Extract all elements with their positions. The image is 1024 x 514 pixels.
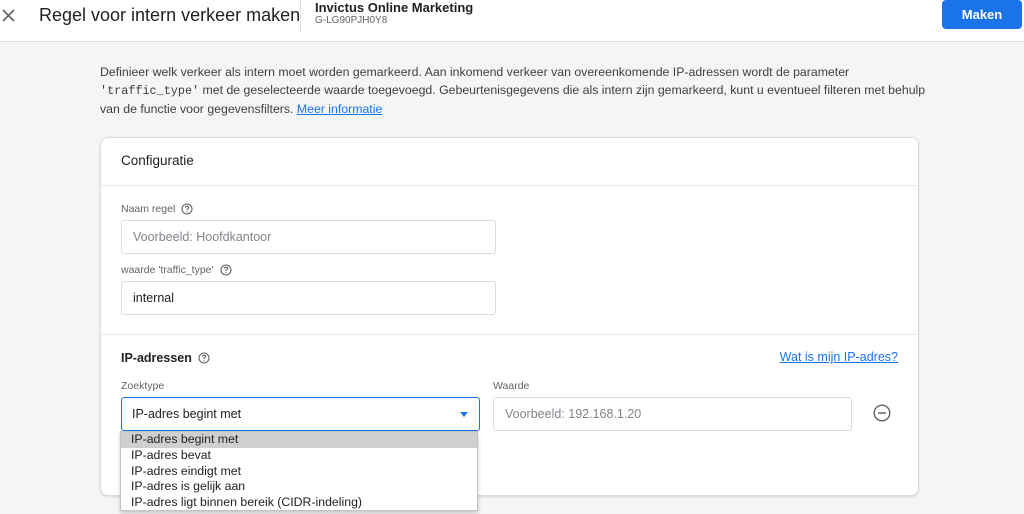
page-title: Regel voor intern verkeer maken (39, 5, 301, 25)
account-name: Invictus Online Marketing (315, 0, 474, 15)
dropdown-option[interactable]: IP-adres eindigt met (121, 464, 477, 480)
match-type-selected-value: IP-adres begint met (132, 407, 242, 421)
dropdown-caret-icon (460, 412, 468, 417)
help-icon[interactable] (219, 264, 232, 276)
description-text: Definieer welk verkeer als intern moet w… (100, 63, 930, 118)
section-divider (101, 334, 918, 335)
make-button[interactable]: Maken (942, 0, 1022, 29)
match-type-label: Zoektype (121, 380, 165, 392)
ip-value-input[interactable] (493, 397, 852, 431)
match-type-dropdown-list: IP-adres begint met IP-adres bevat IP-ad… (120, 431, 478, 511)
dropdown-option[interactable]: IP-adres begint met (121, 432, 477, 448)
remove-circle-icon (873, 404, 891, 422)
dropdown-option[interactable]: IP-adres bevat (121, 448, 477, 464)
traffic-type-input[interactable] (121, 281, 496, 315)
top-bar: Regel voor intern verkeer maken Invictus… (0, 0, 1024, 42)
rule-name-label: Naam regel (121, 203, 193, 215)
value-label: Waarde (493, 380, 530, 392)
property-id: G-LG90PJH0Y8 (315, 15, 388, 26)
rule-name-input[interactable] (121, 220, 496, 254)
help-icon[interactable] (181, 203, 193, 215)
traffic-type-label: waarde 'traffic_type' (121, 264, 232, 276)
traffic-type-label-text: waarde 'traffic_type' (121, 264, 214, 276)
description-part2: met de geselecteerde waarde toegevoegd. … (100, 83, 926, 116)
ip-section-title-text: IP-adressen (121, 351, 192, 365)
ip-section-title: IP-adressen (121, 351, 210, 365)
close-icon (2, 9, 15, 22)
card-title: Configuratie (121, 153, 194, 168)
traffic-type-code: 'traffic_type' (100, 84, 200, 98)
card-header-divider (101, 185, 918, 186)
title-divider (300, 0, 301, 32)
rule-name-label-text: Naam regel (121, 203, 176, 215)
learn-more-link[interactable]: Meer informatie (297, 102, 382, 116)
remove-row-button[interactable] (873, 404, 891, 422)
dropdown-option[interactable]: IP-adres ligt binnen bereik (CIDR-indeli… (121, 495, 477, 511)
description-part1: Definieer welk verkeer als intern moet w… (100, 65, 850, 79)
close-button[interactable] (0, 4, 18, 26)
what-is-my-ip-link[interactable]: Wat is mijn IP-adres? (780, 350, 898, 364)
help-icon[interactable] (198, 352, 210, 364)
dropdown-option[interactable]: IP-adres is gelijk aan (121, 479, 477, 495)
match-type-select[interactable]: IP-adres begint met (121, 397, 480, 431)
